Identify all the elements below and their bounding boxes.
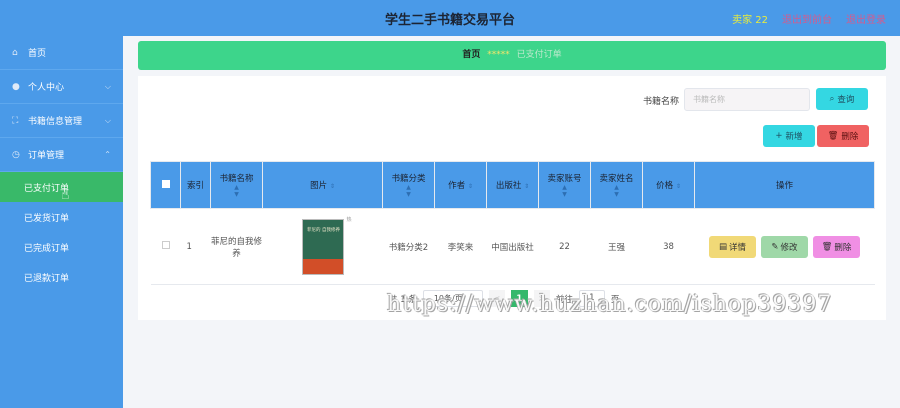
table-header-row: 索引 书籍名称 ▲ ▼ 图片 ⇕ 书籍分类 ▲ ▼ 作者 ⇕ 出版社 ⇕ 卖家账号 ▲ ▼ … <box>150 161 875 209</box>
column-header-category[interactable]: 书籍分类 ▲ ▼ <box>382 161 435 209</box>
search-input[interactable] <box>684 88 810 111</box>
query-button[interactable]: ⌕ 查询 <box>816 88 868 110</box>
sort-icon[interactable]: ▲ ▼ <box>383 184 434 198</box>
delete-label: 删除 <box>834 242 852 253</box>
column-header-price[interactable]: 价格 ⇕ <box>642 161 695 209</box>
sidebar-subitem-shipped-orders[interactable]: 已发货订单 <box>0 202 123 232</box>
user-icon: ● <box>12 81 20 92</box>
column-label: 图片 <box>310 181 328 191</box>
column-label: 出版社 <box>495 181 522 191</box>
column-header: 索引 <box>180 161 211 209</box>
pencil-icon: ✎ <box>771 241 779 252</box>
row-select-cell[interactable] <box>150 208 181 285</box>
sidebar-item-book-management[interactable]: ⛶ 书籍信息管理 ⌵ <box>0 104 123 138</box>
row-book-name: 菲尼的自我修养 <box>210 208 263 285</box>
column-label: 价格 <box>656 181 674 191</box>
row-index: 1 <box>180 208 211 285</box>
sidebar-item-order-management[interactable]: ◷ 订单管理 ⌃ <box>0 138 123 172</box>
sort-icon[interactable]: ⇕ <box>524 183 529 190</box>
column-header-publisher[interactable]: 出版社 ⇕ <box>486 161 539 209</box>
sort-icon[interactable]: ▲ ▼ <box>539 184 590 198</box>
sort-icon[interactable]: ▲ ▼ <box>211 184 262 198</box>
column-label: 书籍分类 <box>391 174 426 184</box>
sidebar-item-label: 首页 <box>28 49 47 59</box>
select-all-header[interactable] <box>150 161 181 209</box>
add-button-label: 新增 <box>785 132 803 142</box>
breadcrumb-separator: ***** <box>487 50 510 60</box>
column-header-actions: 操作 <box>694 161 875 209</box>
select-all-checkbox[interactable] <box>161 179 170 188</box>
column-header-seller-account[interactable]: 卖家账号 ▲ ▼ <box>538 161 591 209</box>
sidebar: ⌂ 首页 ● 个人中心 ⌵ ⛶ 书籍信息管理 ⌵ ◷ 订单管理 ⌃ 已支付订单 … <box>0 36 123 408</box>
orders-table: 索引 书籍名称 ▲ ▼ 图片 ⇕ 书籍分类 ▲ ▼ 作者 ⇕ 出版社 ⇕ 卖家账号 ▲ ▼ … <box>150 161 875 285</box>
watermark: https://www.huzhan.com/ishop39397 <box>387 292 833 317</box>
column-label: 卖家姓名 <box>599 174 634 184</box>
column-label: 卖家账号 <box>547 174 582 184</box>
row-price: 38 <box>642 208 695 285</box>
plus-icon: + <box>775 131 783 141</box>
column-label: 作者 <box>448 181 466 191</box>
detail-label: 详情 <box>729 242 747 253</box>
hand-cursor-icon: ☝ <box>61 187 70 203</box>
sidebar-item-profile[interactable]: ● 个人中心 ⌵ <box>0 70 123 104</box>
search-label: 书籍名称 <box>643 97 680 107</box>
row-seller-name: 王强 <box>590 208 643 285</box>
breadcrumb: 首页 ***** 已支付订单 <box>138 41 886 70</box>
top-bar: 学生二手书籍交易平台 卖家 22 退出到前台 退出登录 <box>0 0 900 36</box>
chevron-down-icon: ⌵ <box>104 82 111 91</box>
sidebar-subitem-completed-orders[interactable]: 已完成订单 <box>0 232 123 262</box>
table-row: 1 菲尼的自我修养 菲尼的 自我修养 热 书籍分类2 李笑来 中国出版社 22 … <box>150 208 875 285</box>
breadcrumb-current: 已支付订单 <box>516 50 562 60</box>
column-header-author[interactable]: 作者 ⇕ <box>434 161 487 209</box>
sort-icon[interactable]: ⇕ <box>468 183 473 190</box>
column-label: 书籍名称 <box>219 174 254 184</box>
row-checkbox[interactable] <box>161 241 170 249</box>
document-icon: ▤ <box>718 241 727 252</box>
sort-icon[interactable]: ⇕ <box>330 183 335 190</box>
query-button-label: 查询 <box>837 95 855 105</box>
detail-button[interactable]: ▤ 详情 <box>709 235 756 258</box>
current-user: 卖家 22 <box>732 15 768 26</box>
back-to-front-link[interactable]: 退出到前台 <box>782 11 832 26</box>
breadcrumb-home[interactable]: 首页 <box>462 50 480 60</box>
column-header-image[interactable]: 图片 ⇕ <box>262 161 383 209</box>
expand-icon: ⛶ <box>12 115 19 126</box>
chevron-down-icon: ⌵ <box>104 116 111 125</box>
sidebar-subitem-refunded-orders[interactable]: 已退款订单 <box>0 262 123 292</box>
sidebar-item-home[interactable]: ⌂ 首页 <box>0 36 123 70</box>
edit-label: 修改 <box>780 242 798 253</box>
delete-button-label: 删除 <box>841 132 859 142</box>
row-category: 书籍分类2 <box>382 208 435 285</box>
row-author: 李笑来 <box>434 208 487 285</box>
content-panel: 书籍名称 ⌕ 查询 + 新增 🗑 删除 索引 书籍名称▲▼ 图片 ⇕ 书籍分类▲… <box>138 76 886 320</box>
sidebar-item-label: 订单管理 <box>28 151 65 161</box>
chevron-up-icon: ⌃ <box>104 150 111 159</box>
batch-delete-button[interactable]: 🗑 删除 <box>817 125 869 147</box>
home-icon: ⌂ <box>12 47 18 58</box>
trash-icon: 🗑 <box>827 131 839 141</box>
logout-link[interactable]: 退出登录 <box>846 11 886 26</box>
edit-button[interactable]: ✎ 修改 <box>761 235 808 258</box>
sidebar-item-label: 书籍信息管理 <box>28 117 83 127</box>
column-header-name[interactable]: 书籍名称 ▲ ▼ <box>210 161 263 209</box>
cover-title: 菲尼的 自我修养 <box>307 227 340 233</box>
delete-button[interactable]: 🗑 删除 <box>813 235 860 258</box>
sort-icon[interactable]: ▲ ▼ <box>591 184 642 198</box>
book-cover-image[interactable]: 菲尼的 自我修养 热 <box>301 217 352 275</box>
add-button[interactable]: + 新增 <box>763 125 815 147</box>
trash-icon: 🗑 <box>821 241 833 252</box>
sidebar-item-label: 个人中心 <box>28 83 65 93</box>
clock-icon: ◷ <box>12 149 20 160</box>
sort-icon[interactable]: ⇕ <box>676 183 681 190</box>
row-publisher: 中国出版社 <box>486 208 539 285</box>
search-icon: ⌕ <box>829 94 835 104</box>
top-right-actions: 卖家 22 退出到前台 退出登录 <box>732 11 886 26</box>
row-actions: ▤ 详情 ✎ 修改 🗑 删除 <box>694 208 875 285</box>
row-image-cell: 菲尼的 自我修养 热 <box>262 208 383 285</box>
row-seller-account: 22 <box>538 208 591 285</box>
cover-tag: 热 <box>346 216 352 223</box>
column-header-seller-name[interactable]: 卖家姓名 ▲ ▼ <box>590 161 643 209</box>
